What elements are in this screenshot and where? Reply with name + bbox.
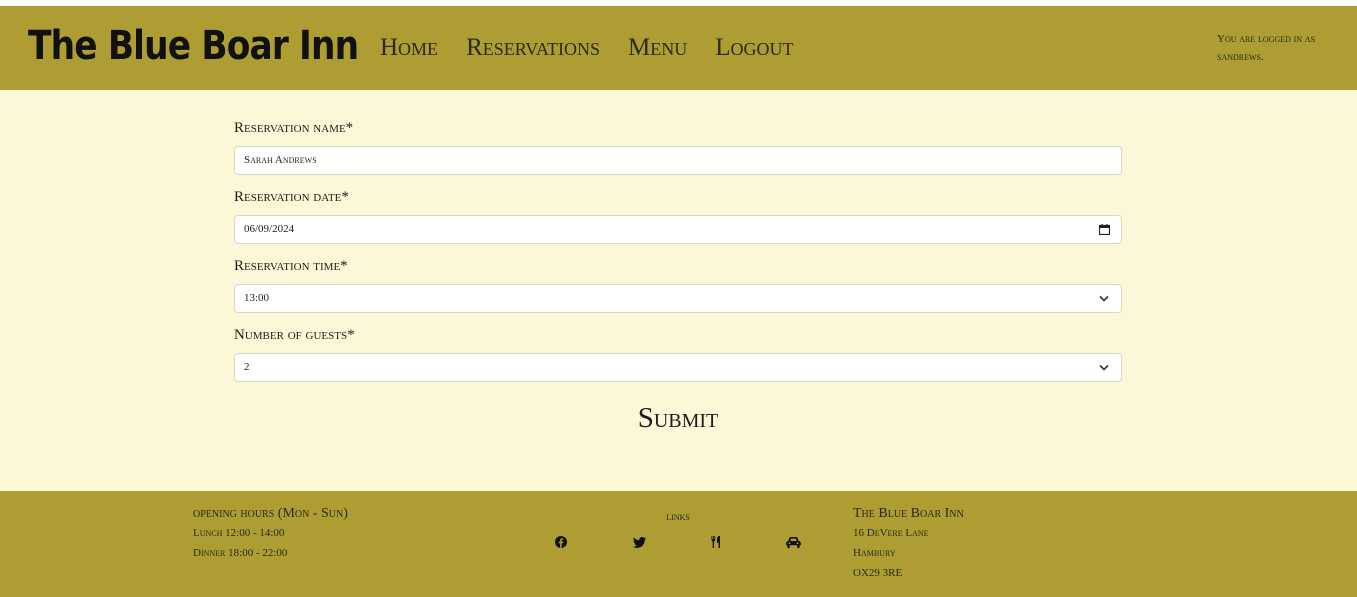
reservation-date-value: 06/09/2024 <box>244 223 295 235</box>
lunch-hours: Lunch 12:00 - 14:00 <box>193 527 285 539</box>
utensils-icon[interactable] <box>708 535 724 549</box>
nav-menu-link[interactable]: Menu <box>628 34 687 62</box>
nav-logout-link[interactable]: Logout <box>715 34 793 62</box>
address-line: OX29 3RE <box>853 567 903 579</box>
reservation-time-value: 13:00 <box>244 292 270 304</box>
links-section: links <box>520 507 836 525</box>
links-heading: links <box>666 509 690 523</box>
guests-select[interactable]: 2 <box>234 353 1122 382</box>
address-line: 16 DeVere Lane <box>853 527 929 539</box>
address-line: Hambury <box>853 547 896 559</box>
reservation-date-input[interactable]: 06/09/2024 <box>234 215 1122 244</box>
guests-label: Number of guests* <box>234 327 355 343</box>
chevron-down-icon <box>1097 285 1111 312</box>
opening-hours: opening hours (Mon - Sun) Lunch 12:00 - … <box>193 505 348 563</box>
main-nav: Home Reservations Menu Logout <box>380 34 793 62</box>
reservation-date-label: Reservation date* <box>234 189 349 205</box>
reservation-name-input[interactable]: Sarah Andrews <box>234 146 1122 175</box>
site-header: The Blue Boar Inn Home Reservations Menu… <box>0 6 1357 90</box>
opening-hours-heading: opening hours (Mon - Sun) <box>193 506 348 521</box>
submit-button[interactable]: Submit <box>234 400 1122 436</box>
reservation-name-label: Reservation name* <box>234 120 354 136</box>
nav-home-link[interactable]: Home <box>380 34 438 62</box>
address-section: The Blue Boar Inn 16 DeVere Lane Hambury… <box>853 505 964 583</box>
dinner-hours: Dinner 18:00 - 22:00 <box>193 547 288 559</box>
brand-logo[interactable]: The Blue Boar Inn <box>28 22 359 70</box>
calendar-icon[interactable] <box>1097 216 1111 243</box>
facebook-icon[interactable] <box>553 535 569 549</box>
nav-reservations-link[interactable]: Reservations <box>466 34 600 62</box>
site-footer: opening hours (Mon - Sun) Lunch 12:00 - … <box>0 491 1357 597</box>
address-heading: The Blue Boar Inn <box>853 506 964 521</box>
reservation-time-select[interactable]: 13:00 <box>234 284 1122 313</box>
reservation-form: Reservation name* Sarah Andrews Reservat… <box>234 118 1122 434</box>
guests-value: 2 <box>244 361 250 373</box>
login-status: You are logged in as sandrews. <box>1217 33 1316 63</box>
reservation-time-label: Reservation time* <box>234 258 348 274</box>
chevron-down-icon <box>1097 354 1111 381</box>
car-icon[interactable] <box>785 535 801 549</box>
twitter-icon[interactable] <box>631 535 647 549</box>
